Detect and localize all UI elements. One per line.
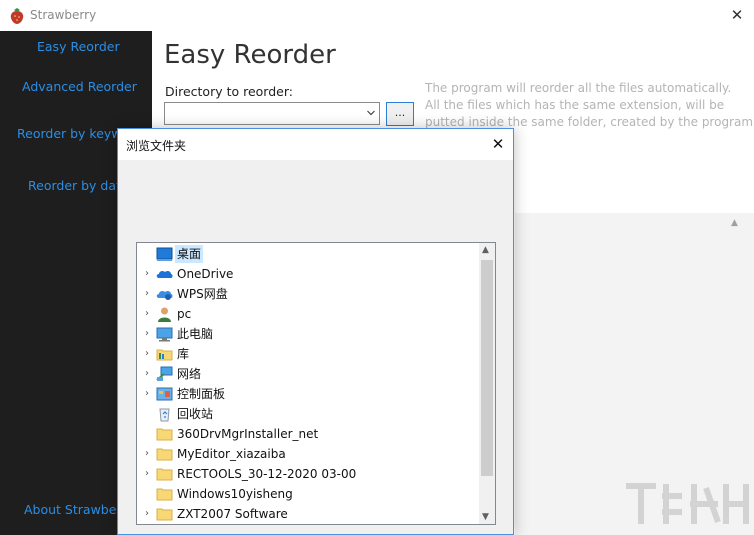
recycle-bin-icon [159,408,170,422]
tree-item[interactable]: › 控制面板 [137,384,477,404]
sidebar-item-reorder-by-date[interactable]: Reorder by date [28,178,129,193]
watermark-logo [626,483,749,524]
tree-item-label: ZXT2007 Software [177,507,288,521]
info-text-line-2: All the files which has the same extensi… [425,98,725,112]
dialog-title: 浏览文件夹 [126,139,187,153]
browse-button[interactable]: ... [386,102,414,126]
tree-item-label: 网络 [177,367,202,381]
strawberry-icon [10,8,24,24]
tree-item[interactable]: 回收站 [137,404,477,424]
directory-combobox[interactable] [164,102,380,125]
tree-scrollbar[interactable]: ▲ ▼ [479,243,495,524]
tree-item[interactable]: › 网络 [137,364,477,384]
folder-tree[interactable]: 桌面 › OneDrive › WPS网盘 › pc › 此电脑 › 库 › 网… [136,242,496,525]
tree-item-label: 回收站 [177,407,214,421]
wps-cloud-icon [156,290,173,300]
chevron-right-icon[interactable]: › [141,308,153,320]
chevron-right-icon[interactable]: › [141,328,153,340]
sidebar-item-easy-reorder[interactable]: Easy Reorder [37,39,120,54]
chevron-right-icon[interactable]: › [141,468,153,480]
sidebar-item-advanced-reorder[interactable]: Advanced Reorder [22,79,137,94]
dialog-close-button[interactable]: ✕ [486,132,510,156]
tree-item[interactable]: 360DrvMgrInstaller_net [137,424,477,444]
tree-item[interactable]: › 库 [137,344,477,364]
folder-icon [156,468,173,481]
tree-item[interactable]: › 此电脑 [137,324,477,344]
tree-item[interactable]: › OneDrive [137,264,477,284]
folder-icon [156,508,173,521]
network-icon [156,366,173,381]
chevron-right-icon[interactable]: › [141,508,153,520]
chevron-right-icon[interactable]: › [141,368,153,380]
chevron-right-icon[interactable]: › [141,288,153,300]
info-text-line-3: putted inside the same folder, created b… [425,115,754,129]
desktop-icon [156,247,173,261]
scroll-up-icon[interactable]: ▲ [482,245,489,255]
onedrive-cloud-icon [156,270,173,278]
window-close-button[interactable]: ✕ [724,3,750,27]
browse-folder-dialog: 浏览文件夹 ✕ 桌面 › OneDrive › WPS网盘 › pc › 此电脑… [117,128,514,535]
tree-item[interactable]: 桌面 [137,244,477,264]
directory-label: Directory to reorder: [165,84,293,99]
computer-icon [156,327,173,342]
tree-item-label: OneDrive [177,267,234,281]
chevron-right-icon[interactable]: › [141,268,153,280]
tree-item-label: 桌面 [175,245,204,263]
tree-item-label: MyEditor_xiazaiba [177,447,286,461]
tree-item-label: 库 [177,347,190,361]
info-text-line-1: The program will reorder all the files a… [425,81,732,95]
chevron-down-icon[interactable] [367,109,375,117]
tree-item[interactable]: › pc [137,304,477,324]
scroll-thumb[interactable] [481,260,493,476]
control-panel-icon [156,387,173,401]
panel-scroll-up-icon[interactable]: ▲ [731,218,738,228]
title-bar: Strawberry ✕ [0,0,754,31]
window-title: Strawberry [30,8,97,22]
chevron-right-icon[interactable]: › [141,448,153,460]
user-icon [158,307,171,322]
tree-item[interactable]: › ZXT2007 Software [137,504,477,524]
dialog-title-bar: 浏览文件夹 ✕ [118,129,513,160]
tree-item[interactable]: › WPS网盘 [137,284,477,304]
page-title: Easy Reorder [164,40,336,70]
tree-item[interactable]: › MyEditor_xiazaiba [137,444,477,464]
tree-item-label: WPS网盘 [177,287,228,301]
chevron-right-icon[interactable]: › [141,388,153,400]
tree-item-label: Windows10yisheng [177,487,293,501]
folder-icon [156,428,173,441]
tree-item-label: 此电脑 [177,327,214,341]
tree-item-label: 控制面板 [177,387,226,401]
tree-item-label: pc [177,307,192,321]
scroll-down-icon[interactable]: ▼ [482,512,489,522]
library-icon [156,349,173,361]
folder-icon [156,488,173,501]
chevron-right-icon[interactable]: › [141,348,153,360]
tree-item-label: RECTOOLS_30-12-2020 03-00 [177,467,357,481]
tree-item[interactable]: Windows10yisheng [137,484,477,504]
tree-item[interactable]: › RECTOOLS_30-12-2020 03-00 [137,464,477,484]
tree-item-label: 360DrvMgrInstaller_net [177,427,319,441]
folder-icon [156,448,173,461]
